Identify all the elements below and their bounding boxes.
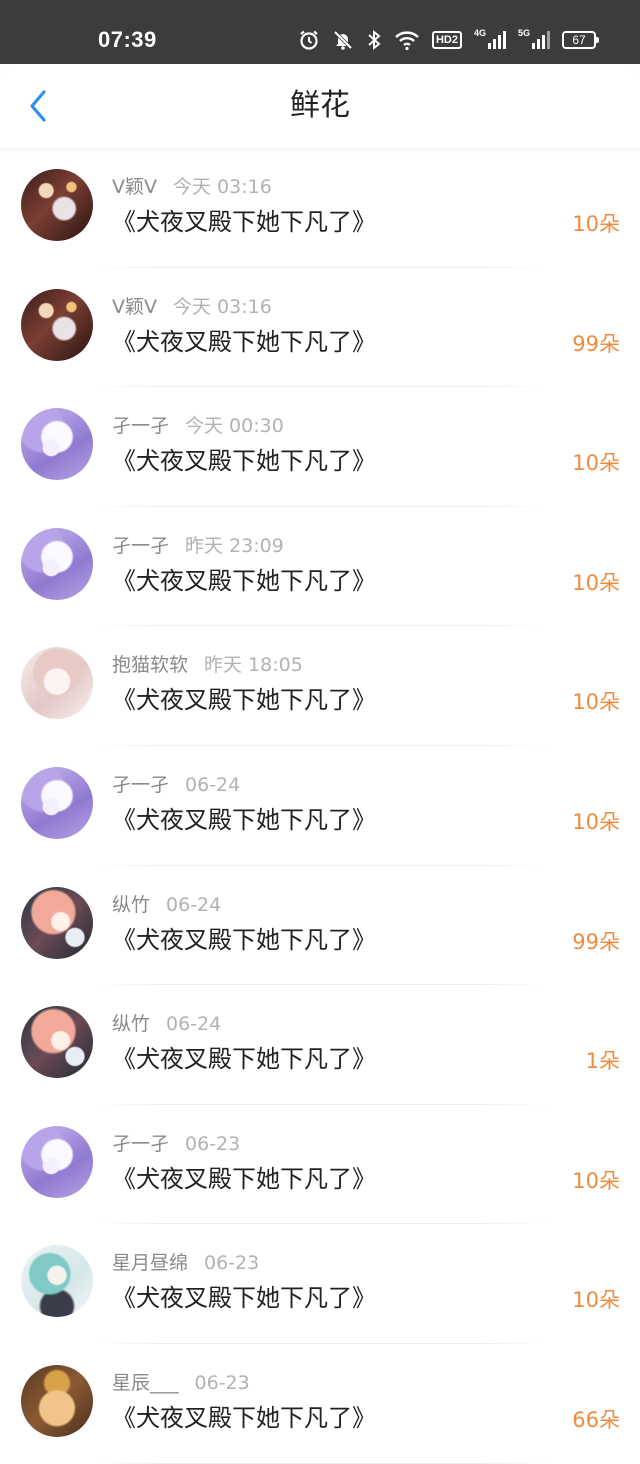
signal-4g-icon: 4G: [474, 28, 506, 49]
avatar[interactable]: [21, 647, 93, 720]
username[interactable]: 星辰___: [112, 1372, 179, 1394]
book-title[interactable]: 《犬夜叉殿下她下凡了》: [112, 445, 376, 477]
book-title[interactable]: 《犬夜叉殿下她下凡了》: [112, 1282, 376, 1314]
list-item[interactable]: 孑一孑 06-24 《犬夜叉殿下她下凡了》 10朵: [0, 746, 640, 866]
username[interactable]: 孑一孑: [112, 535, 169, 557]
timestamp: 06-23: [204, 1252, 260, 1275]
list-item[interactable]: 抱猫软软 昨天 18:05 《犬夜叉殿下她下凡了》 10朵: [0, 626, 640, 746]
book-title[interactable]: 《犬夜叉殿下她下凡了》: [112, 1163, 376, 1195]
flower-count: 10朵: [572, 1288, 620, 1313]
avatar[interactable]: [21, 408, 93, 481]
mute-bell-icon: [333, 30, 353, 50]
list-item[interactable]: 孑一孑 今天 00:30 《犬夜叉殿下她下凡了》 10朵: [0, 387, 640, 507]
list-item[interactable]: V颖V 今天 03:16 《犬夜叉殿下她下凡了》 10朵: [0, 148, 640, 268]
nav-header: 鲜花: [0, 64, 640, 148]
flower-count: 10朵: [572, 690, 620, 715]
flower-count: 10朵: [572, 451, 620, 476]
list-item[interactable]: V颖V 今天 03:16 《犬夜叉殿下她下凡了》 99朵: [0, 268, 640, 388]
meta-line: 星月昼绵 06-23: [112, 1251, 259, 1275]
list-item[interactable]: 星月昼绵 06-23 《犬夜叉殿下她下凡了》 10朵: [0, 1224, 640, 1344]
flower-count: 99朵: [572, 929, 620, 954]
book-title[interactable]: 《犬夜叉殿下她下凡了》: [112, 924, 376, 956]
list-item[interactable]: 孑一孑 06-23 《犬夜叉殿下她下凡了》 10朵: [0, 1105, 640, 1225]
status-icons: HD2 4G 5G 67: [298, 26, 599, 54]
timestamp: 06-24: [185, 773, 241, 796]
flower-list: V颖V 今天 03:16 《犬夜叉殿下她下凡了》 10朵 V颖V 今天 03:16 …: [0, 148, 640, 1464]
status-time: 07:39: [98, 27, 157, 52]
username[interactable]: 抱猫软软: [112, 654, 188, 676]
book-title[interactable]: 《犬夜叉殿下她下凡了》: [112, 804, 376, 836]
hd-voice-badge: HD2: [431, 31, 462, 49]
flower-count: 10朵: [572, 809, 620, 834]
username[interactable]: V颖V: [112, 176, 157, 198]
flower-count: 10朵: [572, 1168, 620, 1193]
list-item[interactable]: 纵竹 06-24 《犬夜叉殿下她下凡了》 99朵: [0, 866, 640, 986]
username[interactable]: 孑一孑: [112, 774, 169, 796]
book-title[interactable]: 《犬夜叉殿下她下凡了》: [112, 565, 376, 597]
book-title[interactable]: 《犬夜叉殿下她下凡了》: [112, 1043, 376, 1075]
book-title[interactable]: 《犬夜叉殿下她下凡了》: [112, 1402, 376, 1434]
flower-count: 10朵: [572, 212, 620, 236]
divider: [96, 1462, 546, 1464]
meta-line: 孑一孑 06-24: [112, 773, 240, 797]
meta-line: V颖V 今天 03:16: [112, 175, 272, 199]
page-title: 鲜花: [290, 88, 350, 123]
timestamp: 昨天 23:09: [185, 534, 284, 557]
timestamp: 今天 03:16: [173, 176, 272, 198]
meta-line: 孑一孑 昨天 23:09: [112, 534, 284, 558]
timestamp: 06-24: [166, 893, 222, 916]
username[interactable]: 孑一孑: [112, 415, 169, 437]
list-item[interactable]: 纵竹 06-24 《犬夜叉殿下她下凡了》 1朵: [0, 985, 640, 1105]
flower-count: 1朵: [585, 1049, 620, 1074]
book-title[interactable]: 《犬夜叉殿下她下凡了》: [112, 326, 376, 358]
meta-line: 星辰___ 06-23: [112, 1371, 250, 1395]
alarm-icon: [300, 30, 318, 50]
avatar[interactable]: [21, 886, 93, 959]
meta-line: 纵竹 06-24: [112, 1012, 221, 1036]
avatar[interactable]: [21, 169, 93, 241]
signal-5g-icon: 5G: [518, 28, 550, 49]
username[interactable]: 纵竹: [112, 1013, 150, 1035]
avatar[interactable]: [21, 1006, 93, 1079]
meta-line: 纵竹 06-24: [112, 893, 221, 917]
timestamp: 06-23: [194, 1371, 250, 1394]
timestamp: 今天 00:30: [185, 415, 284, 438]
timestamp: 06-24: [166, 1013, 222, 1036]
book-title[interactable]: 《犬夜叉殿下她下凡了》: [112, 206, 376, 238]
avatar[interactable]: [21, 527, 93, 600]
meta-line: 孑一孑 06-23: [112, 1132, 240, 1156]
wifi-icon: [395, 31, 419, 51]
avatar[interactable]: [21, 1245, 93, 1318]
flower-count: 66朵: [572, 1407, 620, 1432]
username[interactable]: 星月昼绵: [112, 1252, 188, 1274]
timestamp: 昨天 18:05: [204, 654, 303, 677]
meta-line: 抱猫软软 昨天 18:05: [112, 653, 303, 677]
list-item[interactable]: 星辰___ 06-23 《犬夜叉殿下她下凡了》 66朵: [0, 1344, 640, 1464]
flower-count: 10朵: [572, 570, 620, 595]
timestamp: 06-23: [185, 1132, 241, 1155]
battery-icon: 67: [562, 31, 599, 49]
username[interactable]: 孑一孑: [112, 1133, 169, 1155]
meta-line: 孑一孑 今天 00:30: [112, 414, 284, 438]
timestamp: 今天 03:16: [173, 295, 272, 318]
flower-count: 99朵: [572, 331, 620, 356]
username[interactable]: 纵竹: [112, 894, 150, 916]
status-bar: 07:39 HD2 4G 5G 67: [0, 0, 640, 64]
meta-line: V颖V 今天 03:16: [112, 295, 272, 319]
avatar[interactable]: [21, 288, 93, 361]
bluetooth-icon: [368, 29, 381, 51]
avatar[interactable]: [21, 766, 93, 839]
avatar[interactable]: [21, 1364, 93, 1437]
username[interactable]: V颖V: [112, 296, 157, 318]
list-item[interactable]: 孑一孑 昨天 23:09 《犬夜叉殿下她下凡了》 10朵: [0, 507, 640, 627]
book-title[interactable]: 《犬夜叉殿下她下凡了》: [112, 684, 376, 716]
avatar[interactable]: [21, 1125, 93, 1198]
